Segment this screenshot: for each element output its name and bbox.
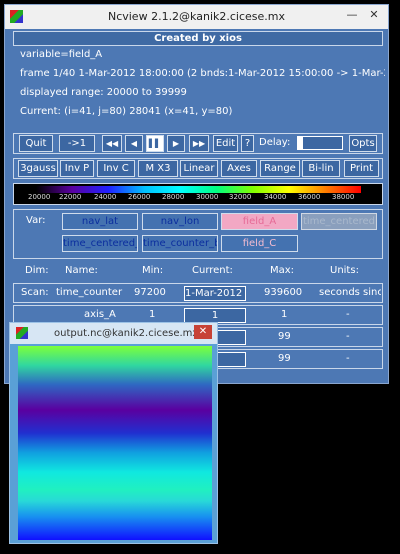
var-field-a[interactable]: field_A xyxy=(221,213,298,230)
variable-panel: Var: nav_lat nav_lon field_A time_center… xyxy=(13,209,383,259)
mx3-button[interactable]: M X3 xyxy=(138,160,178,177)
delay-slider[interactable] xyxy=(297,136,343,150)
inv-c-button[interactable]: Inv C xyxy=(97,160,135,177)
created-by-banner: Created by xios xyxy=(13,31,383,46)
range-line: displayed range: 20000 to 39999 xyxy=(20,87,187,98)
colorbar-tick: 36000 xyxy=(298,193,321,201)
ncview-app-icon xyxy=(16,327,28,339)
dim-header-min: Min: xyxy=(142,265,164,276)
playback-toolbar: Quit ->1 ◀◀ ◀ ▌▌ ▶ ▶▶ Edit ? Delay: Opts xyxy=(13,133,383,154)
colorbar-tick: 26000 xyxy=(128,193,151,201)
range-button[interactable]: Range xyxy=(260,160,300,177)
output-window: output.nc@kanik2.cicese.mx ✕ xyxy=(9,322,218,544)
colorbar-tick: 30000 xyxy=(196,193,219,201)
dim-cell-min: 97200 xyxy=(134,287,166,298)
help-button[interactable]: ? xyxy=(241,135,254,152)
dim-cell-units: - xyxy=(346,309,350,320)
dim-cell-units: seconds sinc xyxy=(319,287,381,298)
colorbar-tick: 24000 xyxy=(94,193,117,201)
var-label: Var: xyxy=(26,215,46,226)
dim-cell-name: axis_A xyxy=(84,309,116,320)
colorbar-tick: 34000 xyxy=(264,193,287,201)
output-close-icon[interactable]: ✕ xyxy=(194,325,212,339)
variable-line: variable=field_A xyxy=(20,49,103,60)
opts-button[interactable]: Opts xyxy=(349,135,377,152)
dim-cell-max: 99 xyxy=(278,353,291,364)
main-titlebar[interactable]: Ncview 2.1.2@kanik2.cicese.mx — ✕ xyxy=(5,5,388,29)
colorbar-panel: 20000 22000 24000 26000 28000 30000 3200… xyxy=(13,183,383,205)
colorbar-gradient xyxy=(36,186,361,193)
output-window-title: output.nc@kanik2.cicese.mx xyxy=(54,328,199,339)
var-time-counter-b[interactable]: time_counter_b xyxy=(142,235,218,252)
dim-cell-dim: Scan: xyxy=(21,287,49,298)
step-button[interactable]: ->1 xyxy=(59,135,95,152)
ncview-app-icon xyxy=(10,10,23,23)
colorbar-ticks: 20000 22000 24000 26000 28000 30000 3200… xyxy=(28,193,378,204)
colorbar-tick: 28000 xyxy=(162,193,185,201)
var-nav-lon[interactable]: nav_lon xyxy=(142,213,218,230)
var-time-centered-b[interactable]: time_centered_b xyxy=(62,235,138,252)
colorbar-tick: 22000 xyxy=(59,193,82,201)
inv-p-button[interactable]: Inv P xyxy=(60,160,94,177)
created-by-text: Created by xios xyxy=(154,33,242,44)
current-line: Current: (i=41, j=80) 28041 (x=41, y=80) xyxy=(20,106,233,117)
colorbar-tick: 20000 xyxy=(28,193,51,201)
var-field-c[interactable]: field_C xyxy=(221,235,298,252)
back-icon[interactable]: ◀ xyxy=(125,135,143,152)
pause-icon[interactable]: ▌▌ xyxy=(146,135,164,152)
axes-button[interactable]: Axes xyxy=(221,160,257,177)
close-icon[interactable]: ✕ xyxy=(364,5,384,25)
output-titlebar[interactable]: output.nc@kanik2.cicese.mx ✕ xyxy=(10,323,217,344)
dim-cell-min: 1 xyxy=(149,309,156,320)
options-toolbar: 3gauss Inv P Inv C M X3 Linear Axes Rang… xyxy=(13,158,383,179)
dim-header-current: Current: xyxy=(192,265,233,276)
dim-cell-max: 1 xyxy=(281,309,288,320)
delay-label: Delay: xyxy=(259,137,291,148)
3gauss-button[interactable]: 3gauss xyxy=(18,160,58,177)
delay-slider-thumb[interactable] xyxy=(298,137,303,149)
dim-current-field[interactable]: 1 xyxy=(184,308,246,323)
fast-back-icon[interactable]: ◀◀ xyxy=(102,135,122,152)
forward-icon[interactable]: ▶ xyxy=(167,135,185,152)
print-button[interactable]: Print xyxy=(344,160,379,177)
dim-current-field[interactable]: 1-Mar-2012 2 xyxy=(184,286,246,301)
var-nav-lat[interactable]: nav_lat xyxy=(62,213,138,230)
dim-row-scan: Scan: time_counter 97200 1-Mar-2012 2 93… xyxy=(13,283,383,303)
colorbar-tick: 32000 xyxy=(229,193,252,201)
linear-button[interactable]: Linear xyxy=(180,160,218,177)
dim-header-units: Units: xyxy=(330,265,359,276)
dim-cell-units: - xyxy=(346,331,350,342)
dim-header-max: Max: xyxy=(270,265,295,276)
frame-line: frame 1/40 1-Mar-2012 18:00:00 (2 bnds:1… xyxy=(20,68,385,79)
var-time-centered[interactable]: time_centered xyxy=(301,213,377,230)
dim-cell-units: - xyxy=(346,353,350,364)
edit-button[interactable]: Edit xyxy=(213,135,238,152)
dim-cell-name: time_counter xyxy=(56,287,123,298)
dim-cell-max: 99 xyxy=(278,331,291,342)
field-image[interactable] xyxy=(18,346,212,540)
minimize-icon[interactable]: — xyxy=(342,5,362,25)
dim-header-dim: Dim: xyxy=(25,265,49,276)
quit-button[interactable]: Quit xyxy=(19,135,53,152)
dim-header-name: Name: xyxy=(65,265,98,276)
dim-cell-max: 939600 xyxy=(264,287,303,298)
main-window-title: Ncview 2.1.2@kanik2.cicese.mx xyxy=(107,10,286,23)
colorbar-tick: 38000 xyxy=(332,193,355,201)
bi-lin-button[interactable]: Bi-lin xyxy=(302,160,340,177)
fast-forward-icon[interactable]: ▶▶ xyxy=(189,135,209,152)
